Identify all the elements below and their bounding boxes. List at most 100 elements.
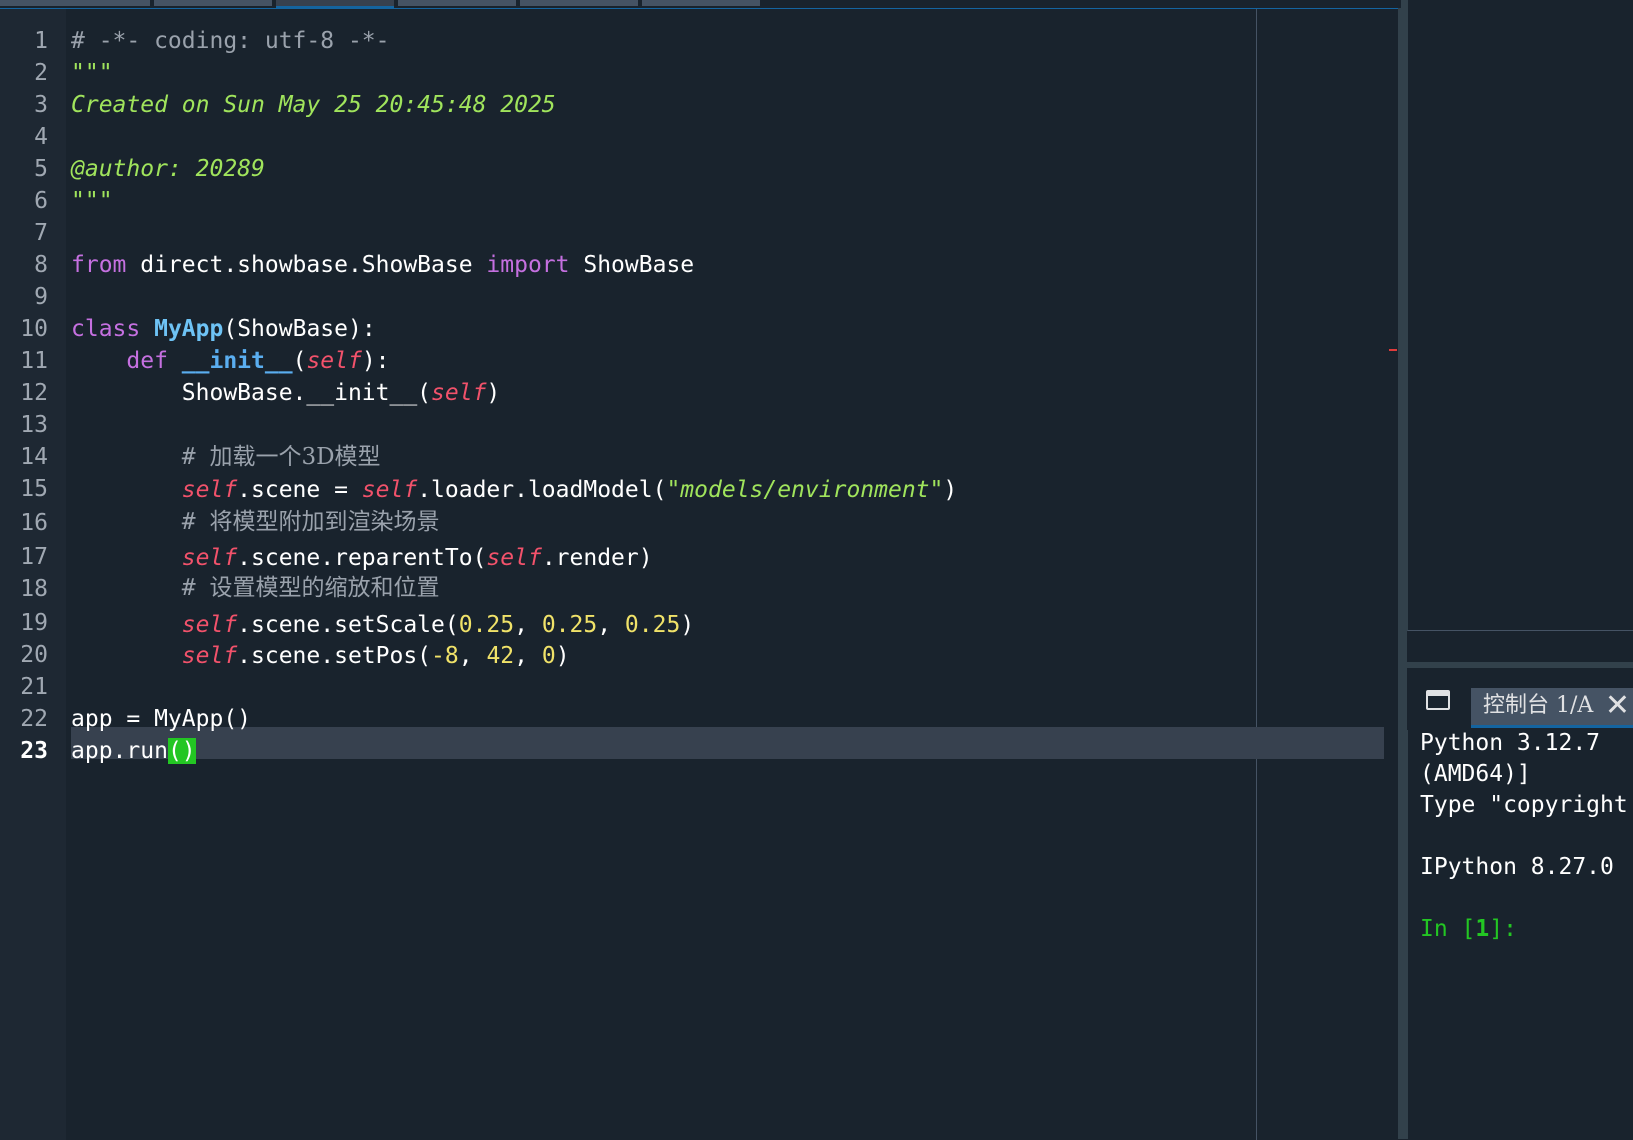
paren: )	[943, 477, 958, 503]
line-numbers: 1 2 3 4 5 6 7 8 9 10 11 12 13 14 15 16 17 18 19 20 21 22 23	[0, 25, 48, 767]
self-keyword: self	[181, 643, 238, 669]
pane-gap	[1407, 631, 1633, 662]
code-line-6: """	[71, 185, 957, 217]
line-number: 22	[20, 706, 48, 732]
console-prompt[interactable]: In [1]:	[1420, 916, 1517, 942]
number-literal: 0.25	[624, 612, 681, 638]
paren: )	[555, 643, 570, 669]
line-number: 9	[34, 284, 48, 310]
code-line-11: def __init__(self):	[71, 345, 957, 377]
ipython-console[interactable]: Python 3.12.7 (AMD64)] Type "copyright I…	[1407, 730, 1633, 1139]
comment-hash: #	[71, 509, 210, 535]
code-line-15: self.scene = self.loader.loadModel("mode…	[71, 473, 957, 507]
line-number: 13	[20, 412, 48, 438]
number-literal: -8	[431, 643, 459, 669]
editor-tab-active[interactable]	[276, 0, 394, 8]
comment-hash: #	[71, 575, 210, 601]
line-number: 19	[20, 610, 48, 636]
code-text: ShowBase.__init__(	[71, 380, 432, 406]
code-text: .scene =	[237, 477, 362, 503]
code-line-2: """	[71, 57, 957, 89]
code-area[interactable]: # -*- coding: utf-8 -*- """ Created on S…	[71, 25, 957, 767]
variable-explorer-pane	[1407, 0, 1633, 631]
comma: ,	[458, 643, 487, 669]
keyword: import	[486, 252, 570, 278]
code-line-3: Created on Sun May 25 20:45:48 2025	[71, 89, 957, 121]
prompt-end: ]:	[1489, 916, 1517, 942]
module-name: direct.showbase.ShowBase	[126, 252, 487, 278]
line-number: 7	[34, 220, 48, 246]
line-number: 5	[34, 156, 48, 182]
line-number: 4	[34, 124, 48, 150]
docstring: """	[71, 60, 113, 86]
editor-tab[interactable]	[642, 0, 760, 6]
code-line-10: class MyApp(ShowBase):	[71, 313, 957, 345]
self-keyword: self	[181, 477, 238, 503]
warning-marker	[1389, 349, 1397, 351]
code-line-20: self.scene.setPos(-8, 42, 0)	[71, 639, 957, 671]
code-text: app.run	[71, 738, 168, 764]
comma: ,	[514, 643, 542, 669]
code-text: .loader.loadModel(	[417, 477, 667, 503]
paren: (	[292, 348, 307, 374]
number-literal: 0.25	[458, 612, 515, 638]
editor-tab[interactable]	[398, 0, 516, 6]
self-keyword: self	[486, 545, 542, 571]
prompt-number: 1	[1475, 916, 1490, 942]
line-number: 10	[20, 316, 48, 342]
matched-brackets: ()	[167, 738, 196, 764]
function-name: __init__	[181, 348, 293, 374]
number-literal: 0.25	[541, 612, 598, 638]
editor-tab[interactable]	[520, 0, 638, 6]
paren: )	[680, 612, 695, 638]
code-line-14: # 加载一个3D模型	[71, 441, 957, 473]
console-output-line: IPython 8.27.0	[1420, 854, 1614, 880]
comment: 将模型附加到渲染场景	[209, 509, 440, 535]
comment: 设置模型的缩放和位置	[209, 575, 440, 601]
docstring: Created on Sun May 25 20:45:48 2025	[71, 92, 556, 118]
line-number: 1	[34, 28, 48, 54]
prompt-in: In [	[1420, 916, 1476, 942]
window-icon[interactable]	[1426, 690, 1450, 710]
code-line-18: # 设置模型的缩放和位置	[71, 573, 957, 607]
line-number: 14	[20, 444, 48, 470]
close-icon[interactable]: ✕	[1602, 688, 1633, 726]
number-literal: 42	[486, 643, 515, 669]
line-number: 16	[20, 510, 48, 536]
line-number: 17	[20, 544, 48, 570]
code-text: .scene.reparentTo(	[237, 545, 487, 571]
self-keyword: self	[306, 348, 362, 374]
line-number: 2	[34, 60, 48, 86]
comment: 加载一个3D模型	[209, 444, 381, 470]
code-text: .scene.setPos(	[237, 643, 432, 669]
class-name: MyApp	[154, 316, 224, 342]
editor-tab[interactable]	[0, 0, 150, 6]
comma: ,	[514, 612, 542, 638]
number-literal: 0	[541, 643, 556, 669]
line-number: 18	[20, 576, 48, 602]
line-number: 6	[34, 188, 48, 214]
docstring: """	[71, 188, 113, 214]
comment-hash: #	[71, 444, 210, 470]
line-number: 21	[20, 674, 48, 700]
keyword: from	[71, 252, 127, 278]
import-name: ShowBase	[569, 252, 695, 278]
code-line-12: ShowBase.__init__(self)	[71, 377, 957, 409]
console-tab-label: 控制台 1/A	[1483, 693, 1594, 718]
line-number: 23	[20, 738, 48, 764]
code-line-5: @author: 20289	[71, 153, 957, 185]
line-number: 20	[20, 642, 48, 668]
code-text: .render)	[541, 545, 653, 571]
self-keyword: self	[361, 477, 418, 503]
console-output-line: Python 3.12.7	[1420, 730, 1601, 756]
self-keyword: self	[181, 545, 238, 571]
editor-tab[interactable]	[154, 0, 272, 6]
paren: ):	[361, 348, 390, 374]
code-line-17: self.scene.reparentTo(self.render)	[71, 541, 957, 573]
code-editor[interactable]: 1 2 3 4 5 6 7 8 9 10 11 12 13 14 15 16 17 18 19 20 21 22 23 # …	[0, 8, 1398, 1140]
